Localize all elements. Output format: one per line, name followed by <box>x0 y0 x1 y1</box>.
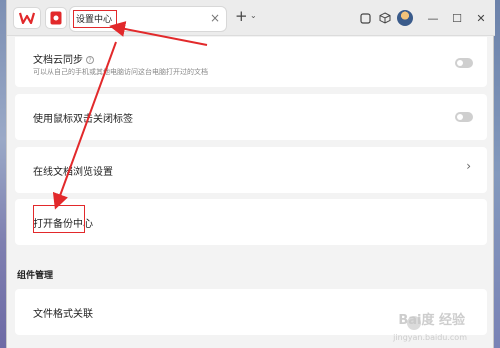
online-doc-title: 在线文档浏览设置 <box>33 167 113 178</box>
wps-logo-button[interactable] <box>13 7 41 29</box>
tab-label: 设置中心 <box>76 15 113 25</box>
settings-content: 文档云同步? 可以从自己的手机或其他电脑访问这台电脑打开过的文档 使用鼠标双击关… <box>7 37 495 348</box>
app-window: 设置中心 × + ⌄ — ☐ ✕ 文档云同步? 可以从自己的手机或其他电脑访问这… <box>6 0 495 348</box>
close-window-icon[interactable]: ✕ <box>473 10 489 26</box>
settings-card-cloud-sync: 文档云同步? 可以从自己的手机或其他电脑访问这台电脑打开过的文档 <box>15 37 487 87</box>
help-icon[interactable]: ? <box>86 56 94 64</box>
window-icon[interactable] <box>357 10 373 26</box>
backup-center-highlight-box <box>33 205 85 233</box>
minimize-icon[interactable]: — <box>425 10 441 26</box>
maximize-icon[interactable]: ☐ <box>449 10 465 26</box>
tab-settings-center[interactable]: 设置中心 × <box>69 6 227 32</box>
settings-card-backup-center[interactable]: 打开备份中心 <box>15 199 487 245</box>
chevron-right-icon: › <box>466 159 471 173</box>
box-icon[interactable] <box>377 10 393 26</box>
title-bar: 设置中心 × + ⌄ — ☐ ✕ <box>7 0 495 36</box>
double-click-close-title: 使用鼠标双击关闭标签 <box>33 114 133 125</box>
settings-card-double-click-close: 使用鼠标双击关闭标签 <box>15 94 487 140</box>
new-tab-button[interactable]: + <box>235 7 248 25</box>
watermark-text: Bai度 经验 <box>398 313 465 328</box>
cloud-sync-toggle[interactable] <box>455 58 473 68</box>
avatar[interactable] <box>397 10 413 26</box>
tab-close-button[interactable]: × <box>210 11 220 25</box>
wps-doc-button[interactable] <box>45 7 67 29</box>
file-association-title: 文件格式关联 <box>33 309 93 320</box>
settings-card-online-doc[interactable]: 在线文档浏览设置 › <box>15 147 487 193</box>
wps-logo-icon <box>19 12 35 24</box>
wps-doc-icon <box>50 11 62 25</box>
section-heading-components: 组件管理 <box>17 271 54 281</box>
new-tab-menu-icon[interactable]: ⌄ <box>250 11 257 20</box>
watermark-subtext: jingyan.baidu.com <box>393 333 467 342</box>
cloud-sync-title: 文档云同步? <box>33 51 94 66</box>
cloud-sync-subtitle: 可以从自己的手机或其他电脑访问这台电脑打开过的文档 <box>33 68 208 76</box>
double-click-close-toggle[interactable] <box>455 112 473 122</box>
